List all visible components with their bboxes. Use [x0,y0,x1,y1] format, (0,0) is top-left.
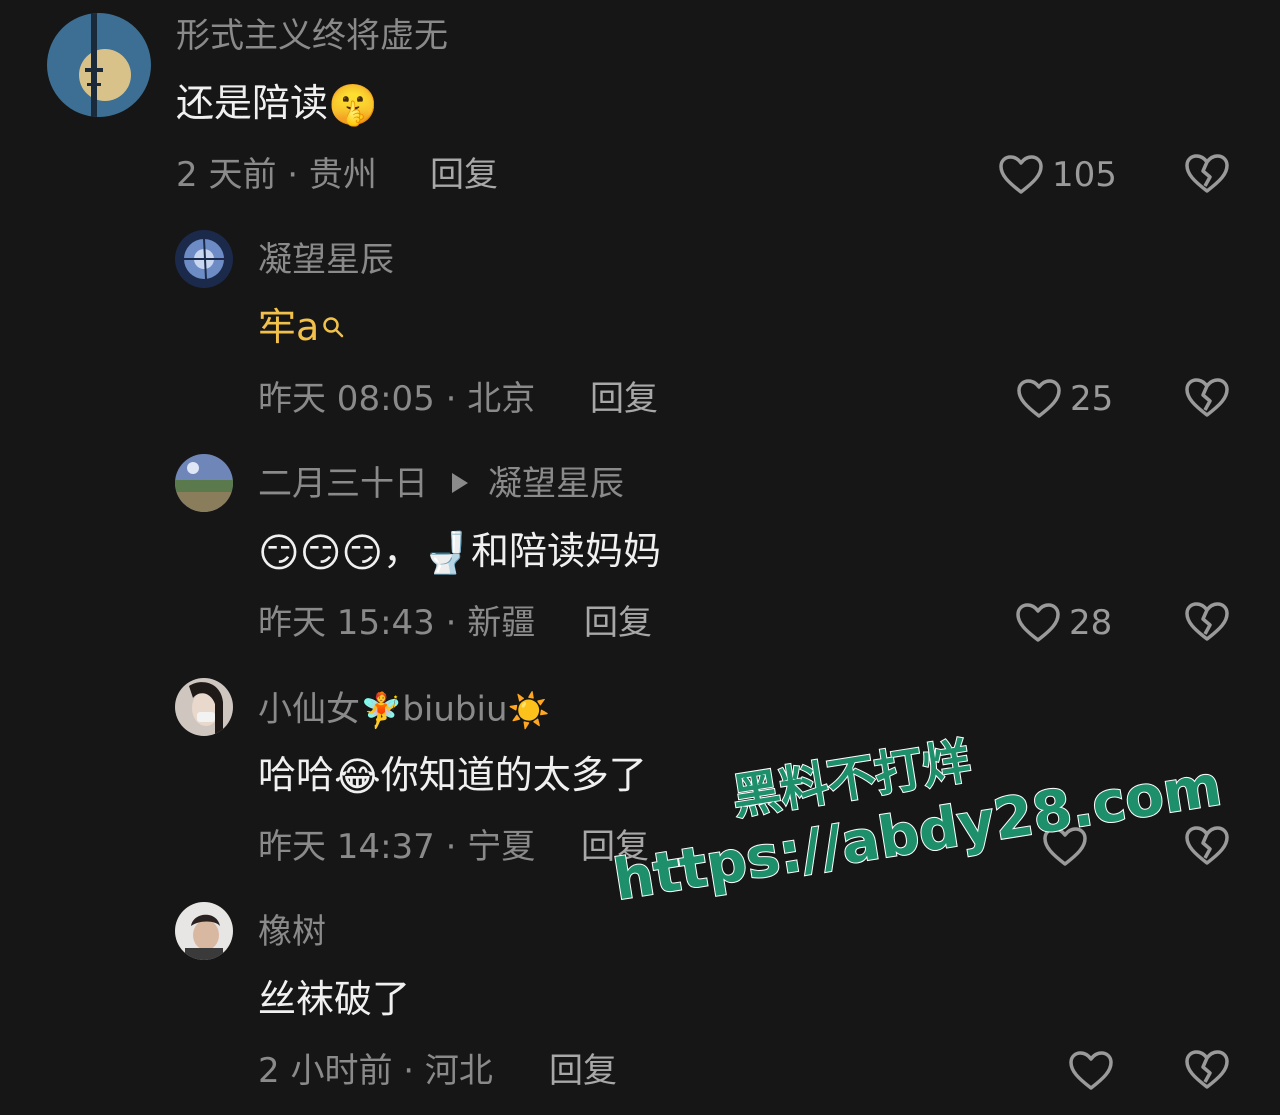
broken-heart-icon [1185,1050,1229,1089]
dislike-button[interactable] [1184,825,1230,867]
comment-text: 和陪读妈妈 [470,529,661,573]
comment-text: 还是陪读 [176,81,329,125]
dislike-button[interactable] [1184,601,1230,643]
comment-username[interactable]: 形式主义终将虚无 [176,16,448,56]
broken-heart-icon [1185,826,1229,865]
search-icon [322,302,344,338]
author-name[interactable]: 二月三十日 [258,464,428,504]
like-button[interactable]: 28 [1015,599,1112,647]
shushing-face-emoji: 🤫 [328,82,378,129]
comment-text: 丝袜破了 [258,977,411,1021]
heart-outline-icon [1016,603,1060,642]
comment-body: 哈哈😂你知道的太多了 [258,752,647,801]
like-count: 25 [1070,379,1114,419]
comment-username[interactable]: 橡树 [258,912,326,952]
avatar[interactable] [47,13,151,117]
like-count: 105 [1052,155,1117,195]
reply-button[interactable]: 回复 [584,603,652,643]
avatar[interactable] [175,678,233,736]
avatar[interactable] [175,230,233,288]
comment-time-location: 昨天 14:37 · 宁夏 [258,827,536,867]
tears-of-joy-emoji: 😂 [334,754,381,801]
like-button[interactable] [1068,1047,1114,1095]
broken-heart-icon [1185,602,1229,641]
like-button[interactable]: 105 [998,151,1117,199]
like-count: 28 [1069,603,1113,643]
smirking-face-emoji: 😏😏😏 [258,530,384,577]
comment-text: 哈哈 [258,753,335,797]
comment-body: 还是陪读🤫 [176,80,378,129]
heart-outline-icon [999,155,1043,194]
sun-emoji: ☀️ [507,691,550,731]
reply-arrow-icon [452,472,468,493]
highlight-search-link[interactable]: 牢a [258,305,344,349]
reply-button[interactable]: 回复 [430,155,498,195]
reply-button[interactable]: 回复 [549,1051,617,1091]
avatar[interactable] [175,454,233,512]
comment-body: 丝袜破了 [258,976,410,1022]
comment-time-location: 2 小时前 · 河北 [258,1051,493,1091]
dislike-button[interactable] [1184,153,1230,195]
comment-separator: ， [383,529,422,573]
like-button[interactable]: 25 [1016,375,1113,423]
toilet-emoji: 🚽 [421,530,471,577]
heart-outline-icon [1069,1051,1113,1090]
comment-body: 😏😏😏，🚽和陪读妈妈 [258,528,661,577]
comment-username[interactable]: 小仙女🧚biubiu☀️ [258,688,550,734]
dislike-button[interactable] [1184,377,1230,419]
comment-body: 牢a [258,304,344,350]
comment-username[interactable]: 二月三十日 凝望星辰 [258,464,624,504]
comment-time-location: 昨天 08:05 · 北京 [258,379,536,419]
broken-heart-icon [1185,154,1229,193]
watermark: 黑料不打烊 https://abdy28.com [600,694,1226,916]
comment-time-location: 2 天前 · 贵州 [176,155,377,195]
avatar[interactable] [175,902,233,960]
heart-outline-icon [1017,379,1061,418]
comment-username[interactable]: 凝望星辰 [258,240,394,280]
dislike-button[interactable] [1184,1049,1230,1091]
fairy-emoji: 🧚 [360,691,403,731]
comment-time-location: 昨天 15:43 · 新疆 [258,603,536,643]
broken-heart-icon [1185,378,1229,417]
reply-button[interactable]: 回复 [590,379,658,419]
reply-to-name[interactable]: 凝望星辰 [488,464,624,504]
